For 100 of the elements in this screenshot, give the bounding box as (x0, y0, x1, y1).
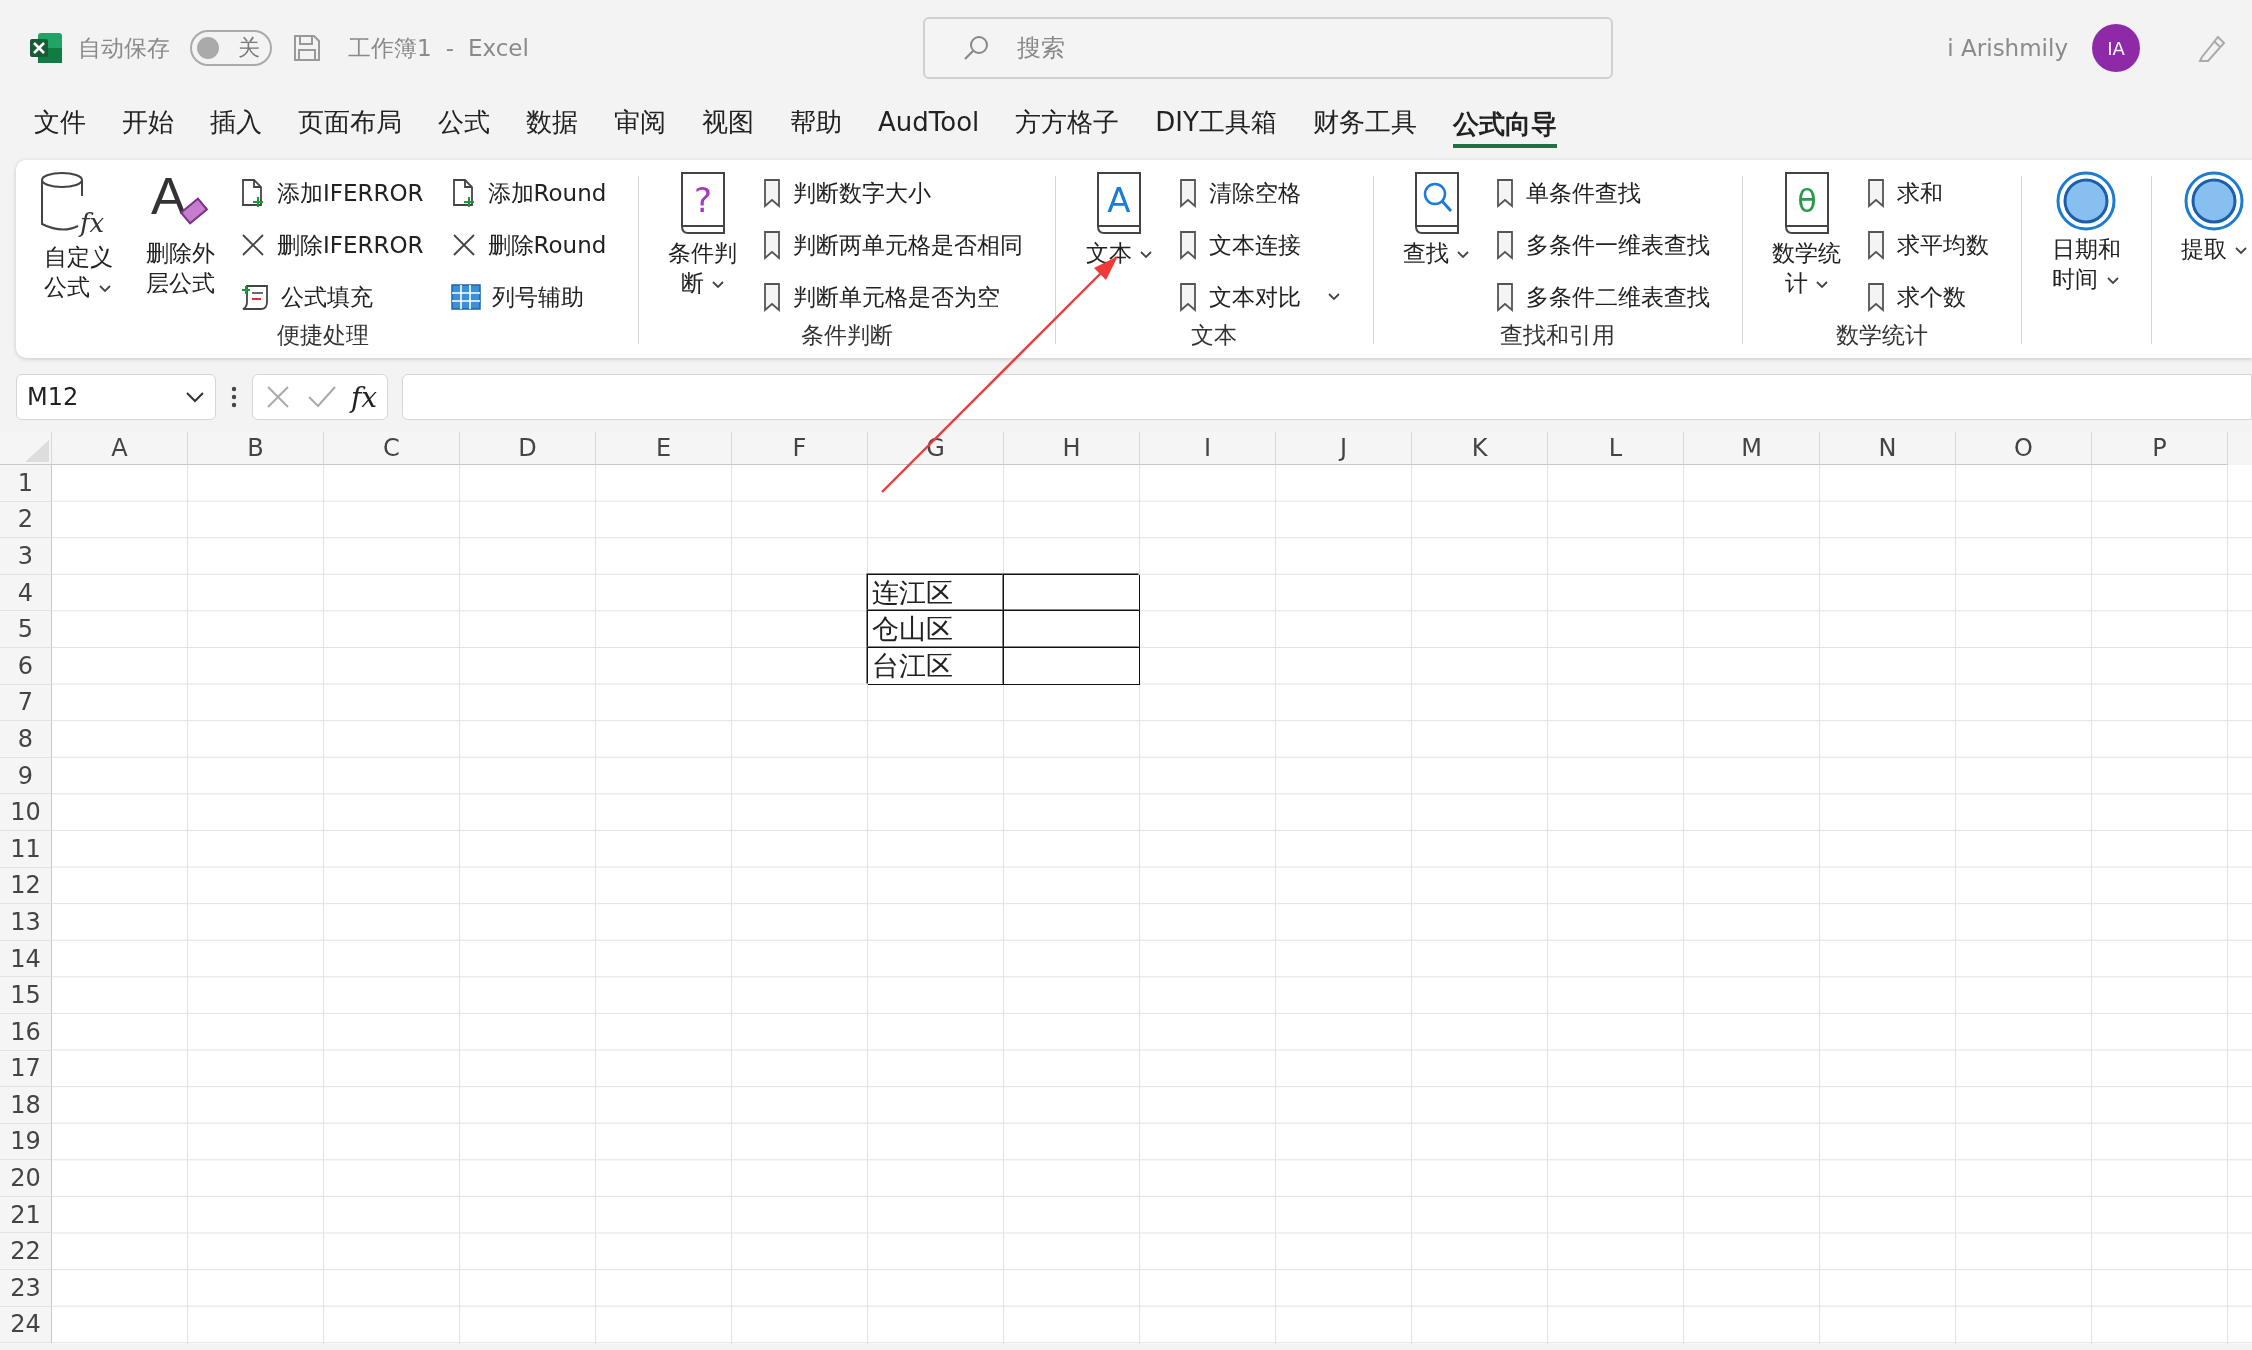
formula-input[interactable] (402, 374, 2252, 420)
column-header[interactable]: M (1684, 432, 1820, 465)
circle-icon (2055, 170, 2118, 232)
ribbon-button[interactable]: 添加Round (449, 170, 613, 216)
row-header[interactable]: 2 (0, 501, 52, 539)
avatar[interactable]: IA (2092, 24, 2140, 72)
ribbon-button[interactable]: 判断两单元格是否相同 (761, 222, 1030, 268)
table-cell: 台江区 (868, 647, 1004, 685)
ribbon-tab[interactable]: 开始 (122, 96, 174, 144)
row-header[interactable]: 6 (0, 647, 52, 685)
ribbon-button[interactable]: fx 自定义 公式 (34, 168, 122, 320)
group-label: 数学统计 (1835, 321, 1928, 350)
title-separator: - (445, 35, 454, 61)
column-header[interactable]: E (596, 432, 732, 465)
ribbon-tab[interactable]: 财务工具 (1312, 96, 1417, 144)
ribbon-tab[interactable]: 方方格子 (1015, 96, 1120, 144)
ribbon-button[interactable]: A 文本 (1081, 168, 1157, 320)
row-header[interactable]: 16 (0, 1013, 52, 1051)
row-header[interactable]: 15 (0, 977, 52, 1014)
row-header[interactable]: 9 (0, 757, 52, 795)
column-header[interactable]: I (1140, 432, 1276, 465)
row-header[interactable]: 24 (0, 1306, 52, 1344)
row-header[interactable]: 3 (0, 538, 52, 575)
ribbon-button[interactable]: 日期和 时间 (2047, 168, 2125, 358)
ribbon-button[interactable]: 判断单元格是否为空 (761, 274, 1030, 320)
ribbon-button[interactable]: 文本对比 (1176, 274, 1347, 320)
row-header[interactable]: 21 (0, 1196, 52, 1234)
group-label: 文本 (1191, 321, 1238, 350)
ribbon-button[interactable]: 删除IFERROR (239, 222, 430, 268)
column-header[interactable]: J (1276, 432, 1412, 465)
ribbon-tab[interactable]: DIY工具箱 (1155, 96, 1277, 144)
group-label: 查找和引用 (1500, 321, 1616, 350)
ribbon-button[interactable]: 查找 (1399, 168, 1475, 320)
ribbon-button[interactable]: 求平均数 (1865, 222, 1996, 268)
row-header[interactable]: 5 (0, 611, 52, 648)
row-header[interactable]: 23 (0, 1270, 52, 1307)
row-header[interactable]: 22 (0, 1233, 52, 1271)
autosave-toggle[interactable]: 关 (190, 30, 272, 66)
ribbon-button[interactable]: ? 条件判 断 (664, 168, 742, 320)
ribbon-button[interactable]: A 删除外 层公式 (142, 168, 219, 320)
app-name: Excel (467, 35, 529, 61)
column-header[interactable]: F (732, 432, 868, 465)
caret-icon (185, 390, 205, 404)
ribbon-button[interactable]: 单条件查找 (1494, 170, 1717, 216)
ribbon-button[interactable]: 提取 (2176, 168, 2252, 358)
ribbon-button[interactable]: 求和 (1865, 170, 1996, 216)
column-header[interactable]: A (52, 432, 188, 465)
search-field[interactable]: 搜索 (923, 17, 1614, 79)
ribbon-button[interactable]: 列号辅助 (449, 274, 613, 320)
column-header[interactable]: D (460, 432, 596, 465)
ribbon-tab[interactable]: 公式向导 (1452, 96, 1557, 148)
row-header[interactable]: 11 (0, 830, 52, 868)
group-label: 便捷处理 (277, 321, 370, 350)
ribbon-tab[interactable]: 插入 (210, 96, 262, 144)
row-header[interactable]: 1 (0, 465, 52, 502)
column-header[interactable]: N (1820, 432, 1956, 465)
ribbon-button[interactable]: 添加IFERROR (239, 170, 430, 216)
row-header[interactable]: 10 (0, 794, 52, 831)
column-header[interactable]: P (2092, 432, 2228, 465)
row-header[interactable]: 12 (0, 867, 52, 905)
ribbon-button[interactable]: 求个数 (1865, 274, 1996, 320)
ribbon-button[interactable]: 公式填充 (239, 274, 430, 320)
list-icon (239, 282, 271, 312)
ribbon-tab[interactable]: 数据 (526, 96, 578, 144)
row-header[interactable]: 18 (0, 1087, 52, 1124)
ribbon-tab[interactable]: 页面布局 (298, 96, 402, 144)
user-name: i Arishmily (1947, 35, 2068, 61)
insert-function-button[interactable]: fx (351, 380, 378, 414)
spreadsheet-logo-icon (28, 31, 64, 65)
ribbon-button[interactable]: 多条件二维表查找 (1494, 274, 1717, 320)
ribbon-tab[interactable]: 视图 (702, 96, 754, 144)
table-cell: 仓山区 (868, 611, 1004, 648)
row-header[interactable]: 8 (0, 721, 52, 758)
ribbon-tab[interactable]: 帮助 (790, 96, 842, 144)
name-box[interactable]: M12 (16, 374, 216, 420)
column-header[interactable]: B (188, 432, 324, 465)
ribbon-button[interactable]: 清除空格 (1176, 170, 1347, 216)
column-header[interactable]: C (324, 432, 460, 465)
column-header[interactable]: L (1548, 432, 1684, 465)
ribbon-button[interactable]: 判断数字大小 (761, 170, 1030, 216)
row-header[interactable]: 13 (0, 904, 52, 941)
row-header[interactable]: 14 (0, 940, 52, 978)
ribbon-button[interactable]: θ 数学统 计 (1768, 168, 1846, 320)
row-header[interactable]: 19 (0, 1123, 52, 1161)
ribbon-tab[interactable]: 公式 (438, 96, 490, 144)
ribbon-tab[interactable]: AudTool (878, 96, 980, 144)
ribbon-button[interactable]: 多条件一维表查找 (1494, 222, 1717, 268)
ribbon-tab[interactable]: 审阅 (614, 96, 666, 144)
column-header[interactable]: O (1956, 432, 2092, 465)
row-header[interactable]: 4 (0, 574, 52, 612)
ribbon-tab[interactable]: 文件 (34, 96, 86, 144)
row-header[interactable]: 7 (0, 684, 52, 722)
row-header[interactable]: 20 (0, 1160, 52, 1197)
column-header[interactable]: H (1004, 432, 1140, 465)
ribbon-button[interactable]: 文本连接 (1176, 222, 1347, 268)
more-icon (230, 385, 238, 409)
autosave-label: 自动保存 (78, 33, 170, 63)
ribbon-button[interactable]: 删除Round (449, 222, 613, 268)
column-header[interactable]: K (1412, 432, 1548, 465)
row-header[interactable]: 17 (0, 1050, 52, 1088)
